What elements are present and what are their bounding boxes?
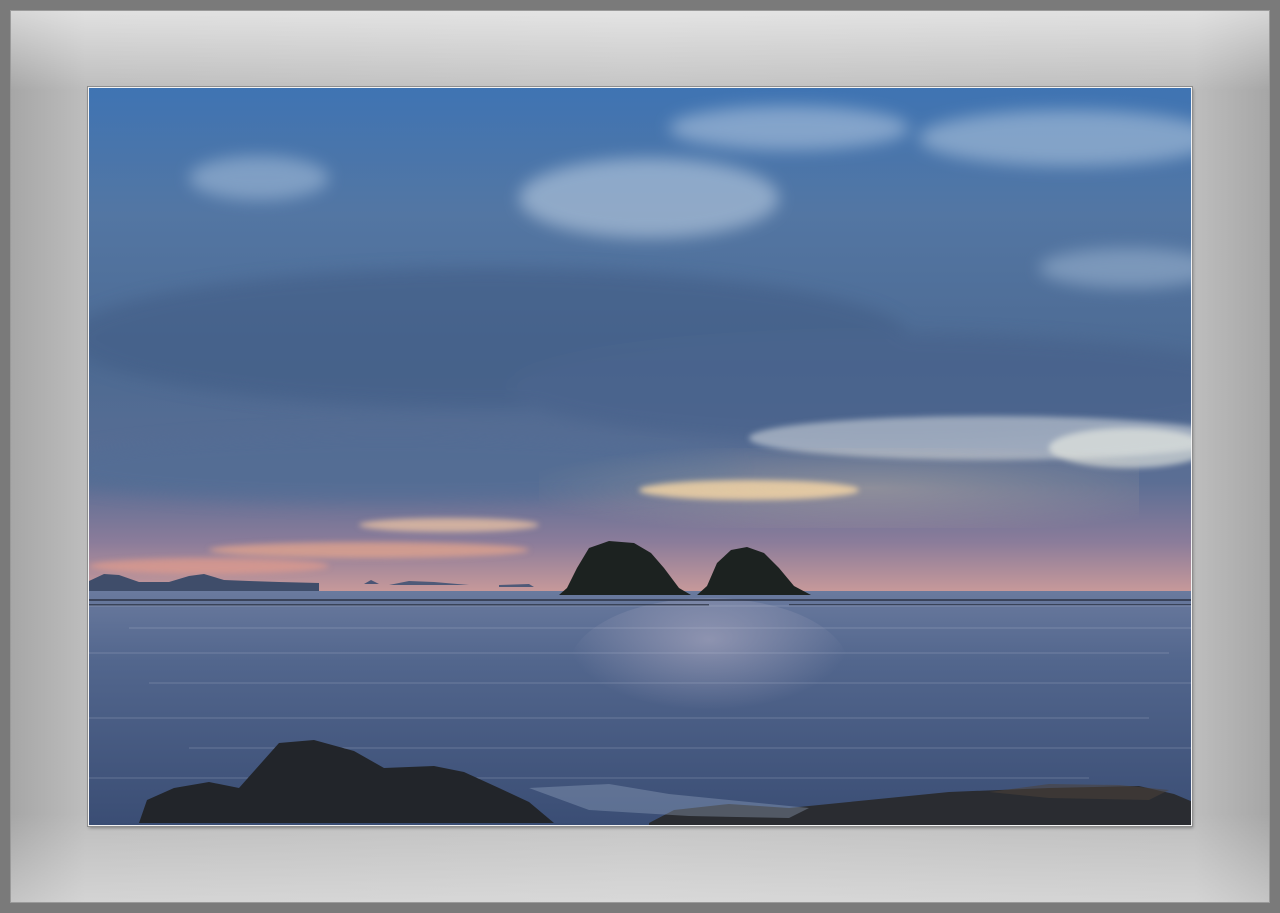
- sea-reflection: [569, 598, 849, 738]
- seascape-photo: [88, 87, 1192, 826]
- seascape-svg: [89, 88, 1191, 825]
- outer-frame: [0, 0, 1280, 913]
